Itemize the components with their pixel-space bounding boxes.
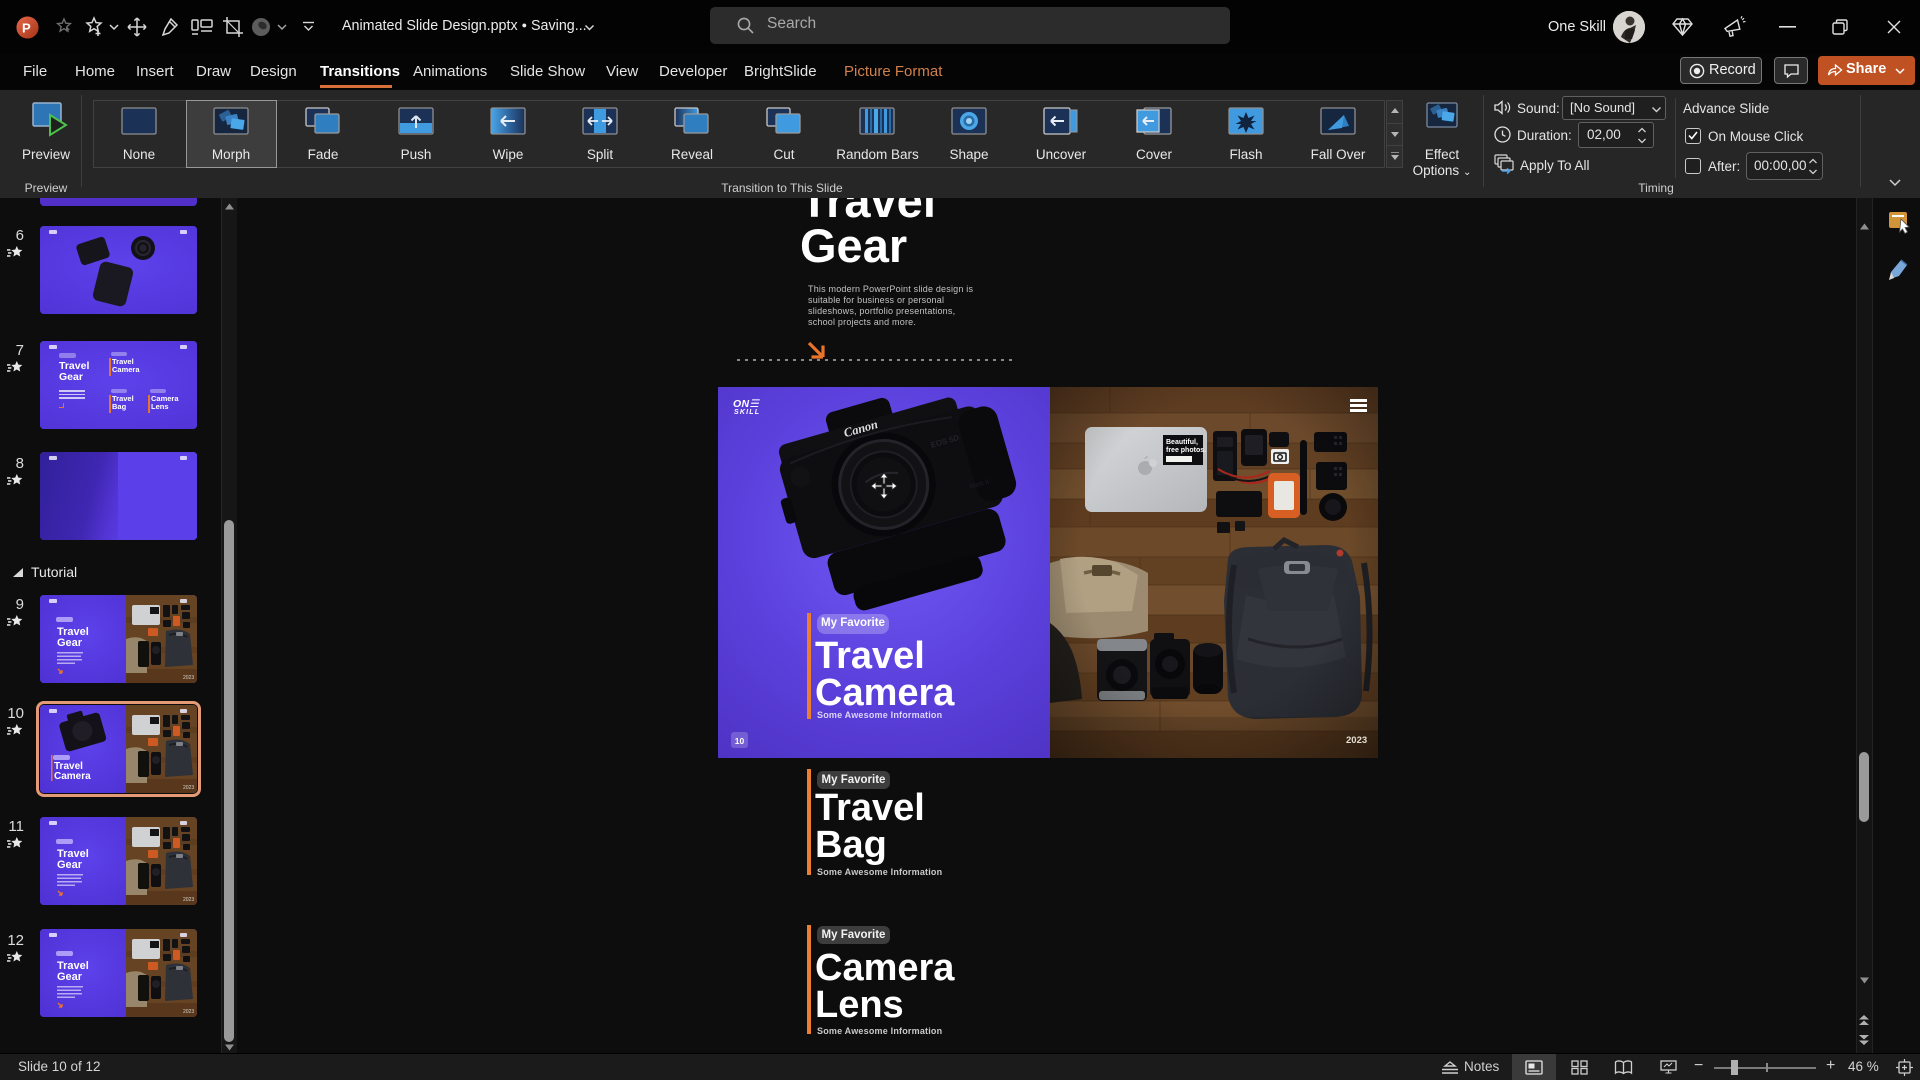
svg-text:2023: 2023	[1346, 735, 1367, 746]
svg-text:Camera: Camera	[54, 771, 91, 782]
svg-text:P: P	[22, 21, 31, 36]
